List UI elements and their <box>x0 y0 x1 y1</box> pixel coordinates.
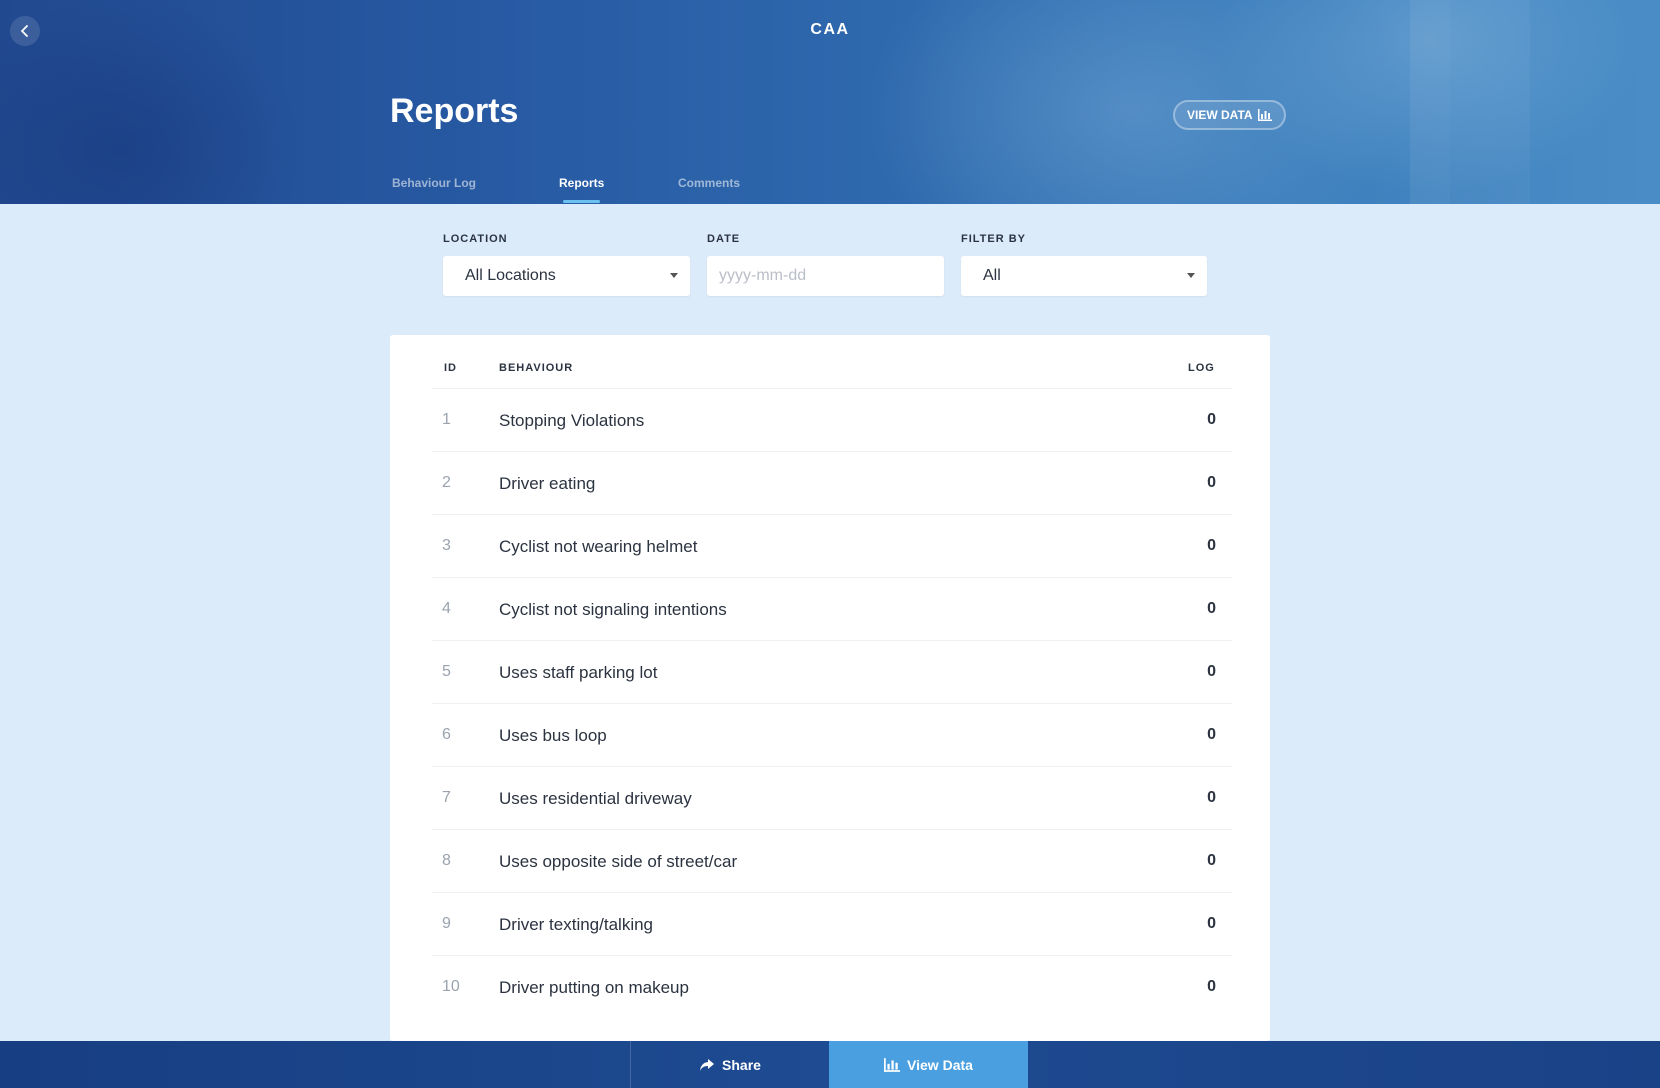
row-id: 5 <box>442 663 451 680</box>
view-data-label: View Data <box>907 1056 973 1073</box>
row-behaviour: Uses opposite side of street/car <box>499 852 738 871</box>
bar-chart-icon <box>884 1057 901 1072</box>
table-row[interactable]: 7 Uses residential driveway 0 <box>432 766 1232 829</box>
caret-down-icon <box>1187 273 1195 278</box>
row-log-count: 0 <box>1207 474 1216 491</box>
table-row[interactable]: 4 Cyclist not signaling intentions 0 <box>432 577 1232 640</box>
row-id: 4 <box>442 600 451 617</box>
row-log-count: 0 <box>1207 978 1216 995</box>
table-body: 1 Stopping Violations 0 2 Driver eating … <box>432 388 1232 1018</box>
row-id: 2 <box>442 474 451 491</box>
row-log-count: 0 <box>1207 789 1216 806</box>
location-select[interactable]: All Locations <box>443 256 690 296</box>
table-row[interactable]: 10 Driver putting on makeup 0 <box>432 955 1232 1018</box>
filter-by-label: FILTER BY <box>961 233 1027 245</box>
row-log-count: 0 <box>1207 852 1216 869</box>
row-behaviour: Cyclist not wearing helmet <box>499 537 698 556</box>
row-id: 3 <box>442 537 451 554</box>
column-header-log: LOG <box>1188 362 1215 374</box>
view-data-header-label: VIEW DATA <box>1187 108 1253 122</box>
row-id: 9 <box>442 915 451 932</box>
view-data-button[interactable]: View Data <box>829 1041 1028 1088</box>
share-button[interactable]: Share <box>631 1041 829 1088</box>
table-row[interactable]: 8 Uses opposite side of street/car 0 <box>432 829 1232 892</box>
row-id: 1 <box>442 411 451 428</box>
page-title: Reports <box>390 92 519 130</box>
tab-comments[interactable]: Comments <box>678 176 740 190</box>
filter-by-select[interactable]: All <box>961 256 1207 296</box>
filter-by-value: All <box>983 267 1001 284</box>
row-behaviour: Uses bus loop <box>499 726 607 745</box>
row-id: 7 <box>442 789 451 806</box>
row-log-count: 0 <box>1207 537 1216 554</box>
share-arrow-icon <box>700 1058 715 1071</box>
table-row[interactable]: 1 Stopping Violations 0 <box>432 388 1232 451</box>
column-header-behaviour: BEHAVIOUR <box>499 362 574 374</box>
row-behaviour: Driver texting/talking <box>499 915 654 934</box>
tab-reports[interactable]: Reports <box>559 176 604 203</box>
row-log-count: 0 <box>1207 663 1216 680</box>
bar-chart-icon <box>1257 109 1272 121</box>
caret-down-icon <box>670 273 678 278</box>
table-row[interactable]: 6 Uses bus loop 0 <box>432 703 1232 766</box>
reports-table: ID BEHAVIOUR LOG 1 Stopping Violations 0… <box>390 335 1270 1041</box>
location-label: LOCATION <box>443 233 508 245</box>
bottom-action-bar: Share View Data <box>0 1041 1660 1088</box>
view-data-header-button[interactable]: VIEW DATA <box>1173 100 1286 130</box>
date-label: DATE <box>707 233 741 245</box>
date-input[interactable] <box>707 256 944 296</box>
table-row[interactable]: 3 Cyclist not wearing helmet 0 <box>432 514 1232 577</box>
share-label: Share <box>722 1056 761 1073</box>
column-header-id: ID <box>444 362 457 374</box>
row-behaviour: Cyclist not signaling intentions <box>499 600 727 619</box>
row-behaviour: Uses staff parking lot <box>499 663 658 682</box>
row-behaviour: Driver putting on makeup <box>499 978 689 997</box>
row-id: 8 <box>442 852 451 869</box>
location-value: All Locations <box>465 267 556 284</box>
table-row[interactable]: 5 Uses staff parking lot 0 <box>432 640 1232 703</box>
tab-behaviour-log[interactable]: Behaviour Log <box>392 176 476 190</box>
row-behaviour: Driver eating <box>499 474 596 493</box>
app-brand: CAA <box>810 21 850 38</box>
row-log-count: 0 <box>1207 600 1216 617</box>
row-id: 10 <box>442 978 460 995</box>
row-log-count: 0 <box>1207 411 1216 428</box>
row-log-count: 0 <box>1207 915 1216 932</box>
row-behaviour: Stopping Violations <box>499 411 645 430</box>
row-log-count: 0 <box>1207 726 1216 743</box>
header-banner: CAA Reports VIEW DATA Behaviour Log Repo… <box>0 0 1660 204</box>
row-id: 6 <box>442 726 451 743</box>
row-behaviour: Uses residential driveway <box>499 789 692 808</box>
table-row[interactable]: 9 Driver texting/talking 0 <box>432 892 1232 955</box>
table-row[interactable]: 2 Driver eating 0 <box>432 451 1232 514</box>
